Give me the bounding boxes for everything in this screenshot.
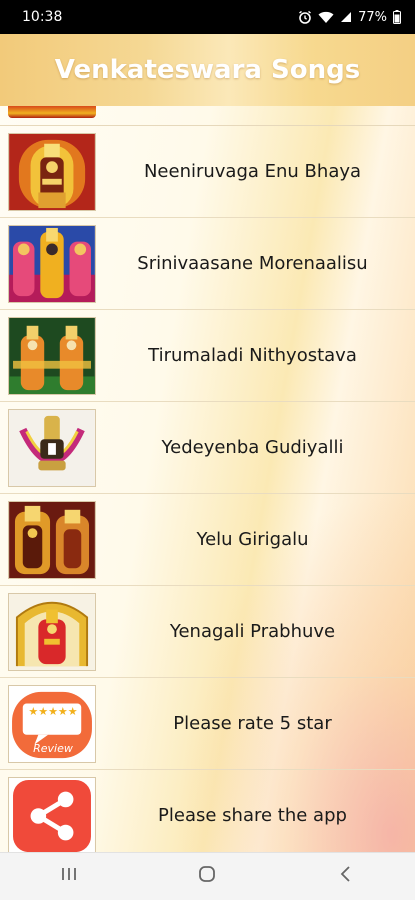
deity-image-trio (8, 224, 96, 303)
share-app-item[interactable]: Please share the app (0, 770, 415, 852)
list-item[interactable]: Yedeyenba Gudiyalli (0, 402, 415, 494)
list-item[interactable]: Tirumaladi Nithyostava (0, 310, 415, 402)
song-title: Tirumaladi Nithyostava (148, 345, 357, 366)
recents-icon (60, 866, 78, 887)
system-nav-bar (0, 852, 415, 900)
review-stars: ★★★★★ (28, 704, 78, 718)
list-item[interactable]: Neeniruvaga Enu Bhaya (0, 126, 415, 218)
share-app-label: Please share the app (158, 805, 347, 826)
recents-button[interactable] (39, 853, 99, 900)
song-title: Srinivaasane Morenaalisu (137, 253, 368, 274)
wifi-icon (318, 11, 334, 24)
status-bar: 10:38 77% (0, 0, 415, 34)
song-list[interactable]: Neeniruvaga Enu Bhaya Srinivaasane Moren… (0, 106, 415, 852)
deity-image-garland (8, 408, 96, 487)
page-title: Venkateswara Songs (54, 55, 361, 85)
home-button[interactable] (177, 853, 237, 900)
home-icon (198, 865, 216, 888)
signal-icon (340, 11, 352, 23)
rate-app-label: Please rate 5 star (173, 713, 332, 734)
status-icons: 77% (298, 10, 401, 25)
list-item[interactable]: Yenagali Prabhuve (0, 586, 415, 678)
deity-image-pair (8, 500, 96, 579)
deity-image-red (8, 132, 96, 211)
song-title: Yedeyenba Gudiyalli (161, 437, 344, 458)
list-item[interactable]: Yelu Girigalu (0, 494, 415, 586)
list-item[interactable]: Srinivaasane Morenaalisu (0, 218, 415, 310)
status-time: 10:38 (22, 9, 63, 25)
song-title: Yenagali Prabhuve (169, 621, 336, 642)
app-header: Venkateswara Songs (0, 34, 415, 106)
review-badge-label: Review (33, 741, 73, 755)
alarm-icon (298, 10, 312, 24)
list-item-partial[interactable] (0, 106, 415, 126)
song-title: Neeniruvaga Enu Bhaya (143, 161, 362, 182)
battery-icon (393, 10, 401, 24)
back-icon (339, 865, 353, 888)
app-screen: Venkateswara Songs Neeniruvaga Enu Bhaya (0, 34, 415, 852)
deity-image-green (8, 316, 96, 395)
song-title: Yelu Girigalu (196, 529, 309, 550)
rate-app-item[interactable]: ★★★★★ Review Please rate 5 star (0, 678, 415, 770)
back-button[interactable] (316, 853, 376, 900)
review-icon: ★★★★★ Review (8, 684, 96, 763)
deity-image-partial (8, 106, 96, 118)
deity-image-temple (8, 592, 96, 671)
share-icon (8, 776, 96, 852)
battery-percent: 77% (358, 9, 387, 25)
